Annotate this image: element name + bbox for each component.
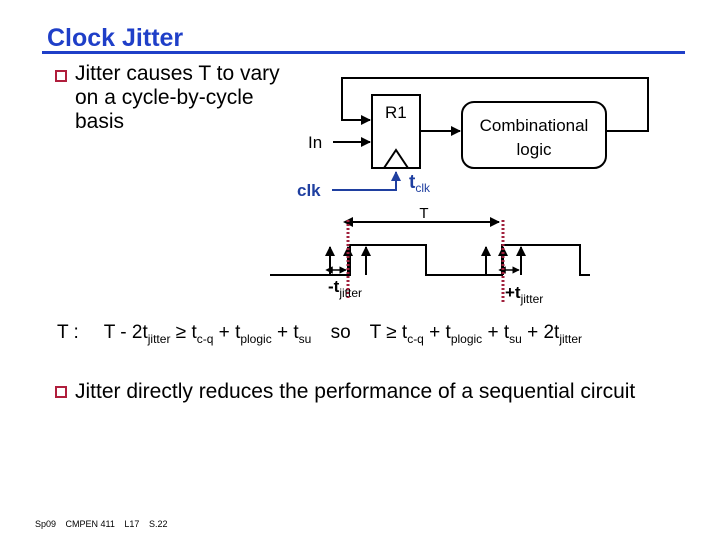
- bullet-text-2: Jitter directly reduces the performance …: [75, 380, 636, 403]
- timing-equation: T : T - 2tjitter ≥ tc-q + tplogic + tsu …: [57, 322, 583, 346]
- logic-label-line2: logic: [517, 140, 552, 159]
- eq-lead: T :: [57, 322, 79, 343]
- square-bullet-icon: [55, 386, 67, 398]
- clock-wire: [332, 171, 401, 191]
- clock-jitter-diagram: R1 Combinational logic In clk tclk T -tj…: [270, 77, 649, 306]
- pos-jitter-label: +tjitter: [505, 283, 543, 306]
- footer-slide-number: S.22: [148, 519, 168, 529]
- logic-label-line1: Combinational: [480, 116, 589, 135]
- neg-jitter-label: -tjitter: [328, 277, 362, 300]
- clock-delay-label: tclk: [409, 172, 431, 195]
- clock-label: clk: [297, 181, 321, 200]
- input-label: In: [308, 133, 322, 152]
- eq-so: so: [330, 322, 351, 343]
- clock-waveform: [270, 244, 590, 276]
- period-label: T: [419, 205, 428, 222]
- register-label: R1: [385, 103, 407, 122]
- footer-course: CMPEN 411: [65, 519, 115, 529]
- footer-term: Sp09: [35, 519, 57, 529]
- slide-footer: Sp09 CMPEN 411 L17 S.22: [35, 519, 174, 529]
- footer-lecture: L17: [124, 519, 140, 529]
